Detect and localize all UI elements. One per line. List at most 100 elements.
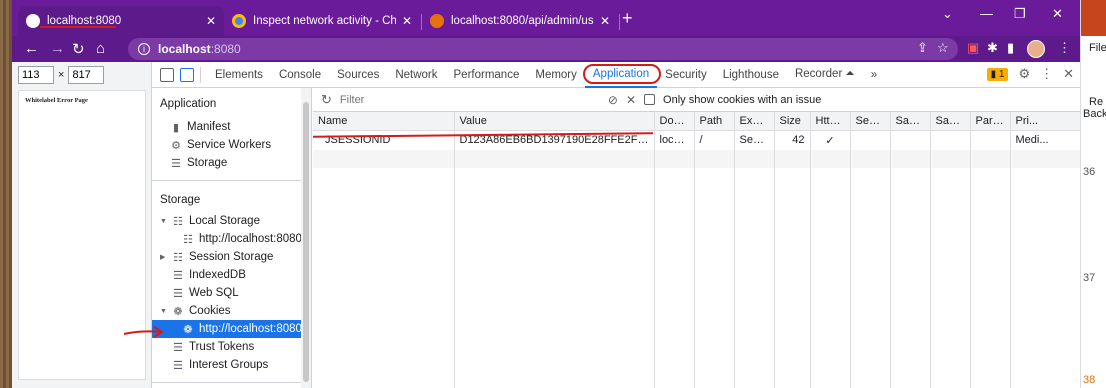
devtools: Elements Console Sources Network Perform…	[152, 62, 1080, 388]
forward-icon[interactable]: →	[50, 40, 65, 57]
column-header[interactable]: Http...	[810, 112, 851, 130]
column-line	[774, 168, 775, 388]
refresh-icon[interactable]: ↻	[321, 92, 332, 108]
tab-inspect-network[interactable]: Inspect network activity - Chrome ✕	[224, 6, 420, 36]
column-header[interactable]: Path	[694, 112, 735, 130]
sidebar-item-cookies-origin[interactable]: ❁ http://localhost:8080	[152, 320, 302, 338]
table-row[interactable]: JSESSIONID D123A86EB6BD1397190E28FFE2FD1…	[313, 130, 1080, 150]
column-header[interactable]: Expir...	[734, 112, 775, 130]
close-tab-icon[interactable]: ✕	[402, 14, 412, 28]
delete-selected-icon[interactable]: ✕	[626, 93, 636, 107]
sidebar-item-service-workers[interactable]: ⚙ Service Workers	[152, 136, 302, 154]
column-line	[810, 168, 811, 388]
issues-badge[interactable]: ▮ 1	[986, 67, 1009, 81]
profile-avatar[interactable]	[1027, 40, 1045, 58]
devtools-actions: ▮ 1 ⚙ ⋮ ✕	[986, 66, 1074, 82]
table-empty-area	[313, 168, 1080, 388]
sidebar-item-local-storage[interactable]: ▼ ☷ Local Storage	[152, 212, 302, 230]
device-toolbar-icon[interactable]	[180, 67, 194, 82]
sidebar-item-trust-tokens[interactable]: ☰ Trust Tokens	[152, 338, 302, 356]
sidebar-item-interest-groups[interactable]: ☰ Interest Groups	[152, 356, 302, 374]
tab-memory[interactable]: Memory	[527, 62, 585, 88]
sidebar-item-indexeddb[interactable]: ☰ IndexedDB	[152, 266, 302, 284]
peek-label: Back	[1083, 108, 1106, 120]
extensions-puzzle-icon[interactable]: ✱	[987, 40, 998, 56]
column-header[interactable]: Value	[454, 112, 655, 130]
close-tab-icon[interactable]: ✕	[206, 14, 216, 28]
column-header[interactable]: Dom...	[654, 112, 695, 130]
viewport-dimensions: ×	[18, 66, 105, 84]
column-header[interactable]: Size	[774, 112, 811, 130]
inspect-element-icon[interactable]	[160, 67, 174, 82]
sidebar-item-local-storage-origin[interactable]: ☷ http://localhost:8080	[152, 230, 302, 248]
sidebar-item-storage[interactable]: ☰ Storage	[152, 154, 302, 172]
sidebar-scrollbar[interactable]	[301, 88, 311, 388]
tab-performance[interactable]: Performance	[446, 62, 528, 88]
sidebar-item-cookies[interactable]: ▼ ❁ Cookies	[152, 302, 302, 320]
column-header[interactable]: Sam...	[930, 112, 971, 130]
tab-localhost[interactable]: localhost:8080 ✕	[18, 6, 224, 36]
close-tab-icon[interactable]: ✕	[600, 14, 610, 28]
menu-icon[interactable]: ⋮	[1058, 40, 1071, 56]
tab-admin-users[interactable]: localhost:8080/api/admin/users/a ✕	[422, 6, 618, 36]
tab-console[interactable]: Console	[271, 62, 329, 88]
tab-network[interactable]: Network	[387, 62, 445, 88]
clear-filtered-icon[interactable]: ⊘	[608, 93, 618, 107]
tab-lighthouse[interactable]: Lighthouse	[715, 62, 787, 88]
side-panel-icon[interactable]: ▮	[1007, 40, 1014, 56]
tab-recorder[interactable]: Recorder ⏶	[787, 62, 863, 88]
filter-input[interactable]	[339, 90, 600, 109]
cookie-name: JSESSIONID	[313, 130, 455, 150]
preview-body-text	[25, 108, 139, 113]
cookie-size: 42	[774, 130, 811, 150]
column-header[interactable]: Sam...	[890, 112, 931, 130]
peek-label: File	[1089, 42, 1106, 54]
expand-triangle-icon[interactable]: ▼	[160, 308, 168, 315]
divider	[152, 382, 302, 383]
settings-gear-icon[interactable]: ⚙	[1018, 66, 1030, 82]
sidebar-item-websql[interactable]: ☰ Web SQL	[152, 284, 302, 302]
tab-application[interactable]: Application	[582, 62, 661, 88]
sidebar-item-manifest[interactable]: ▮ Manifest	[152, 118, 302, 136]
viewport-height-input[interactable]	[68, 66, 105, 84]
background-window: File Re Back 36 37 38	[1080, 0, 1106, 388]
column-header[interactable]: Name	[313, 112, 455, 130]
cookie-sameparty	[930, 130, 971, 150]
home-icon[interactable]: ⌂	[96, 40, 105, 57]
share-icon[interactable]: ⇪	[917, 40, 928, 56]
tab-security[interactable]: Security	[657, 62, 715, 88]
bookmark-star-icon[interactable]: ☆	[937, 40, 949, 56]
tab-search-icon[interactable]: ⌄	[942, 6, 953, 22]
minimize-icon[interactable]: —	[980, 6, 993, 21]
address-bar[interactable]: i localhost:8080	[128, 38, 958, 60]
more-options-icon[interactable]: ⋮	[1040, 66, 1053, 82]
restore-icon[interactable]: ❐	[1014, 6, 1026, 22]
annotation-circle	[582, 63, 661, 84]
collapse-triangle-icon[interactable]: ▶	[160, 253, 168, 261]
chrome-icon	[232, 14, 246, 28]
column-header[interactable]: Pri...	[1010, 112, 1080, 130]
tab-sources[interactable]: Sources	[329, 62, 387, 88]
column-header[interactable]: Secure	[850, 112, 891, 130]
sidebar-item-session-storage[interactable]: ▶ ☷ Session Storage	[152, 248, 302, 266]
close-devtools-icon[interactable]: ✕	[1063, 66, 1074, 82]
scrollbar-thumb[interactable]	[303, 102, 309, 382]
info-icon[interactable]: i	[138, 43, 150, 55]
sidebar-item-label: http://localhost:8080	[199, 323, 302, 335]
more-tabs-button[interactable]: »	[863, 62, 885, 88]
column-header[interactable]: Parti...	[970, 112, 1011, 130]
background-window-titlebar	[1081, 0, 1106, 36]
viewport-width-input[interactable]	[18, 66, 54, 84]
tab-strip: localhost:8080 ✕ Inspect network activit…	[12, 0, 1080, 36]
extension-icon[interactable]: ▣	[967, 40, 979, 56]
only-issues-checkbox[interactable]	[644, 94, 656, 105]
cookies-filter-bar: ↻ ⊘ ✕ Only show cookies with an issue	[313, 88, 1080, 112]
tab-elements[interactable]: Elements	[207, 62, 271, 88]
reload-icon[interactable]: ↻	[72, 40, 85, 58]
close-window-icon[interactable]: ✕	[1052, 6, 1063, 22]
new-tab-button[interactable]: +	[622, 8, 633, 29]
tab-title: localhost:8080/api/admin/users/a	[451, 15, 594, 27]
back-icon[interactable]: ←	[24, 40, 39, 57]
database-icon: ☰	[173, 359, 183, 372]
expand-triangle-icon[interactable]: ▼	[160, 218, 168, 225]
